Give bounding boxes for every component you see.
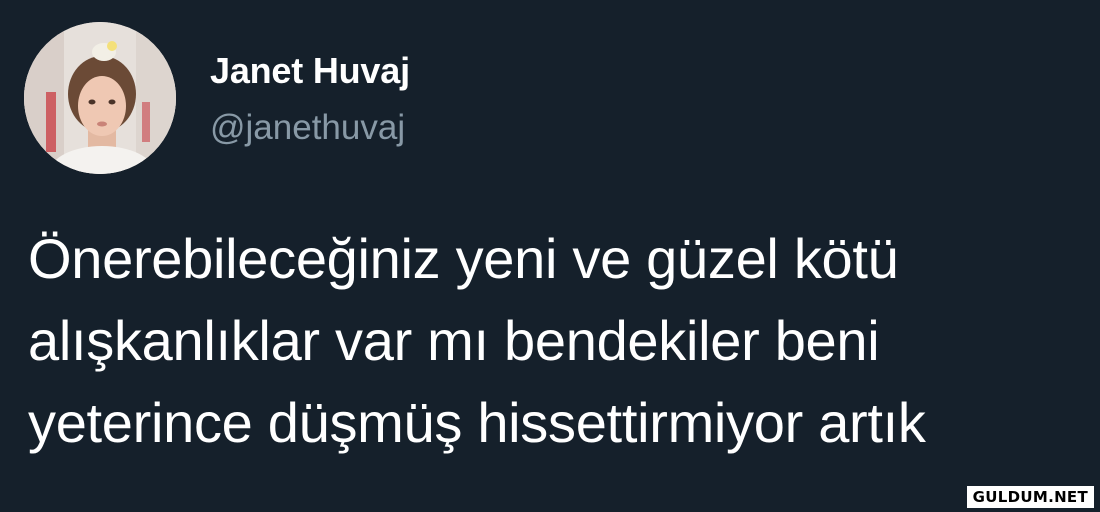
avatar-photo xyxy=(24,22,176,174)
tweet-text-line: yeterince düşmüş hissettirmiyor artık xyxy=(28,391,926,454)
author-display-name[interactable]: Janet Huvaj xyxy=(210,50,410,92)
tweet-text-line: Önerebileceğiniz yeni ve güzel kötü xyxy=(28,227,899,290)
tweet-text-line: alışkanlıklar var mı bendekiler beni xyxy=(28,309,880,372)
watermark: GULDUM.NET xyxy=(966,486,1094,508)
profile-avatar[interactable] xyxy=(24,22,176,174)
tweet-text: Önerebileceğiniz yeni ve güzel kötü alış… xyxy=(28,218,1088,464)
tweet-card: Janet Huvaj @janethuvaj Önerebileceğiniz… xyxy=(0,0,1100,512)
author-handle[interactable]: @janethuvaj xyxy=(210,108,405,148)
